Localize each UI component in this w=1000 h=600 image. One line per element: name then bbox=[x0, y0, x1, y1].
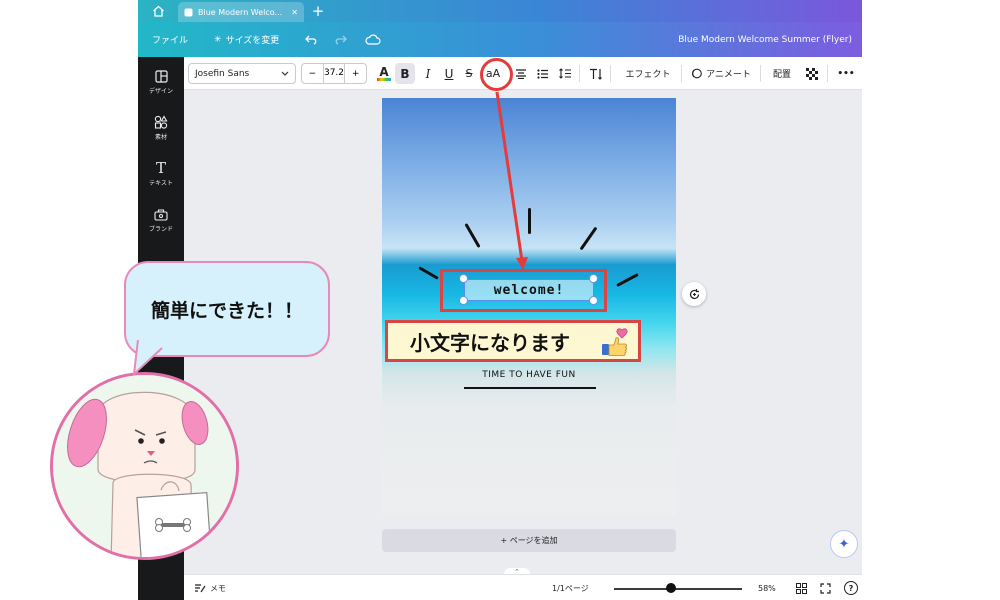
speech-bubble-tail bbox=[133, 340, 163, 375]
annotation-note: 小文字になります bbox=[385, 320, 641, 362]
dog-character-icon bbox=[53, 375, 236, 557]
annotation-note-text: 小文字になります bbox=[410, 330, 570, 355]
thumbs-up-heart-icon bbox=[602, 328, 628, 356]
character-illustration bbox=[50, 372, 239, 560]
highlight-rectangle bbox=[440, 269, 607, 312]
highlight-circle bbox=[480, 58, 513, 91]
speech-bubble-text: 簡単にできた！！ bbox=[150, 299, 303, 322]
